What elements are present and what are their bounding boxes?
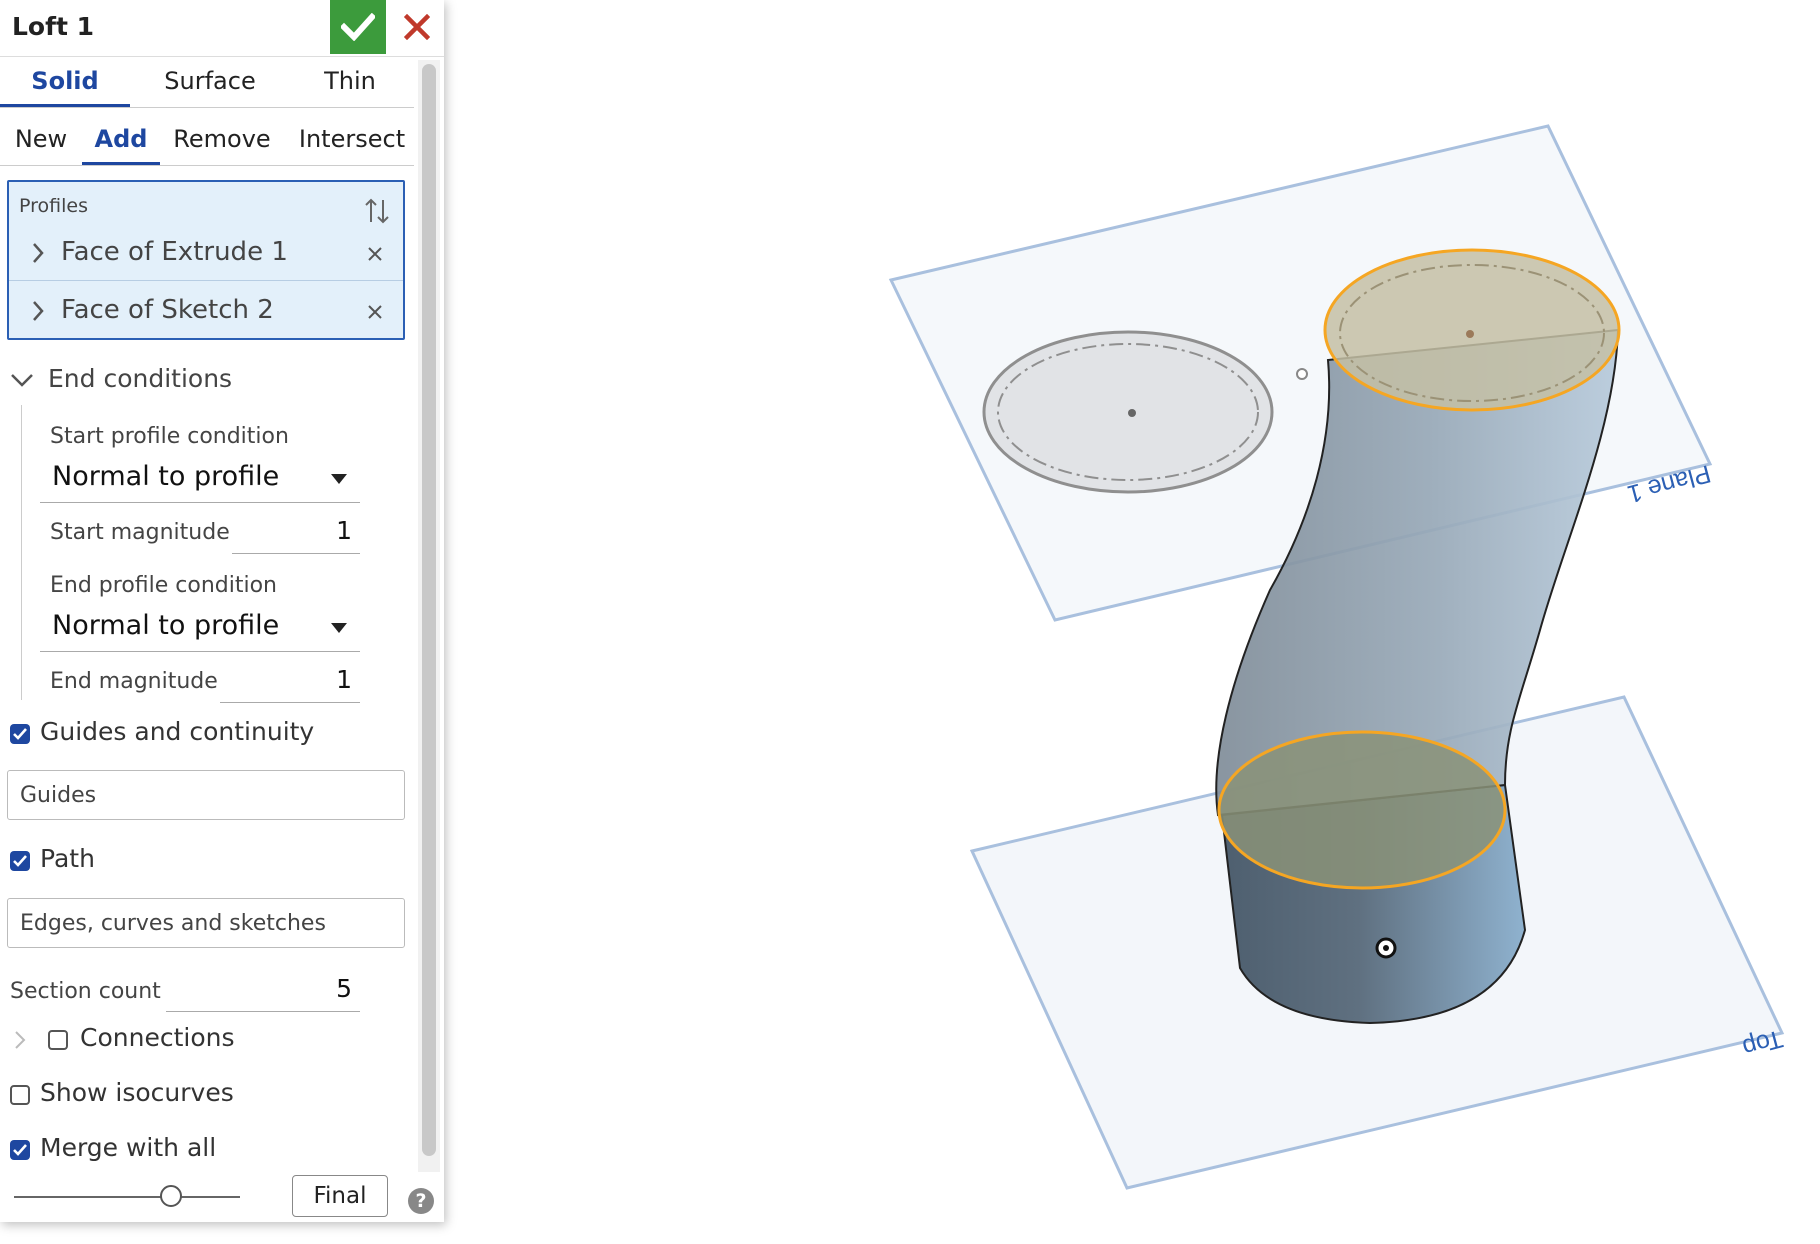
show-isocurves-label: Show isocurves <box>40 1078 234 1107</box>
start-magnitude-label: Start magnitude <box>50 520 230 545</box>
close-icon <box>404 14 430 40</box>
connections-row[interactable]: Connections <box>8 1022 408 1058</box>
end-conditions-header[interactable]: End conditions <box>8 362 408 398</box>
chevron-down-icon[interactable] <box>10 372 34 388</box>
profile-item[interactable]: Face of Extrude 1 <box>9 224 403 280</box>
tab-thin[interactable]: Thin <box>290 67 410 95</box>
sketch-ellipse-center-point <box>1128 409 1136 417</box>
start-magnitude-input[interactable]: 1 <box>232 512 360 554</box>
start-magnitude-value: 1 <box>336 516 352 545</box>
start-profile-condition-value: Normal to profile <box>52 461 280 492</box>
guides-continuity-checkbox[interactable] <box>10 724 30 744</box>
tab-add[interactable]: Add <box>82 125 160 153</box>
tab-active-indicator <box>82 162 160 165</box>
end-profile-condition-select[interactable]: Normal to profile <box>40 604 360 652</box>
dropdown-caret-icon[interactable] <box>330 473 348 485</box>
start-profile-condition-select[interactable]: Normal to profile <box>40 455 360 503</box>
connections-label: Connections <box>80 1023 235 1052</box>
end-magnitude-value: 1 <box>336 665 352 694</box>
section-count-label: Section count <box>10 979 161 1004</box>
check-icon <box>341 13 375 41</box>
profile-divider <box>9 280 403 281</box>
merge-with-all-label: Merge with all <box>40 1133 217 1162</box>
show-isocurves-row[interactable]: Show isocurves <box>8 1077 408 1113</box>
dropdown-caret-icon[interactable] <box>330 622 348 634</box>
operation-tabs: New Add Remove Intersect <box>0 113 414 166</box>
profiles-field[interactable]: Profiles Face of Extrude 1 Face of Sketc… <box>7 180 405 340</box>
tab-new[interactable]: New <box>8 125 74 153</box>
remove-profile-icon[interactable] <box>367 246 383 262</box>
guides-continuity-label: Guides and continuity <box>40 717 315 746</box>
rollback-slider-track[interactable] <box>14 1196 240 1198</box>
check-icon <box>13 728 27 740</box>
path-input[interactable]: Edges, curves and sketches <box>7 898 405 948</box>
path-checkbox[interactable] <box>10 851 30 871</box>
end-magnitude-input[interactable]: 1 <box>220 661 360 703</box>
end-conditions-label: End conditions <box>48 364 233 393</box>
sketch-ellipse[interactable] <box>982 330 1274 494</box>
section-indent-line <box>21 405 22 700</box>
sketch-point[interactable] <box>1296 368 1308 380</box>
merge-with-all-row[interactable]: Merge with all <box>8 1132 408 1168</box>
profile-item-label: Face of Sketch 2 <box>61 295 274 325</box>
loft-top-profile-face[interactable] <box>1323 248 1621 412</box>
tab-solid[interactable]: Solid <box>0 67 130 95</box>
final-button[interactable]: Final <box>292 1175 388 1217</box>
merge-with-all-checkbox[interactable] <box>10 1140 30 1160</box>
end-profile-condition-label: End profile condition <box>50 573 278 598</box>
end-profile-condition-value: Normal to profile <box>52 610 280 641</box>
chevron-right-icon[interactable] <box>14 1030 26 1050</box>
chevron-right-icon[interactable] <box>31 242 45 264</box>
guides-continuity-checkbox-row[interactable]: Guides and continuity <box>8 716 408 752</box>
section-count-input[interactable]: 5 <box>166 970 360 1012</box>
connections-checkbox[interactable] <box>48 1030 68 1050</box>
dialog-title-bar: Loft 1 <box>0 0 444 57</box>
loft-bottom-profile-face[interactable] <box>1217 730 1507 890</box>
end-magnitude-label: End magnitude <box>50 669 218 694</box>
start-profile-condition-label: Start profile condition <box>50 424 289 449</box>
rollback-slider-handle[interactable] <box>160 1185 182 1207</box>
guides-placeholder: Guides <box>20 783 97 808</box>
path-label: Path <box>40 844 95 873</box>
feature-title[interactable]: Loft 1 <box>12 12 94 41</box>
show-isocurves-checkbox[interactable] <box>10 1085 30 1105</box>
accept-button[interactable] <box>330 0 386 54</box>
body-type-tabs: Solid Surface Thin <box>0 57 414 108</box>
tab-intersect[interactable]: Intersect <box>292 125 412 153</box>
tab-remove[interactable]: Remove <box>172 125 272 153</box>
loft-top-center-point <box>1466 330 1474 338</box>
tab-surface[interactable]: Surface <box>140 67 280 95</box>
profiles-label: Profiles <box>19 195 88 217</box>
guides-input[interactable]: Guides <box>7 770 405 820</box>
path-placeholder: Edges, curves and sketches <box>20 911 326 936</box>
remove-profile-icon[interactable] <box>367 304 383 320</box>
profile-item-label: Face of Extrude 1 <box>61 237 288 267</box>
section-count-value: 5 <box>336 974 352 1003</box>
loft-feature-dialog: Loft 1 Solid Surface Thin New Add Remove… <box>0 0 444 1222</box>
check-icon <box>13 855 27 867</box>
profile-item[interactable]: Face of Sketch 2 <box>9 282 403 338</box>
tab-active-indicator <box>0 104 130 107</box>
reorder-arrows-icon[interactable] <box>364 196 390 226</box>
path-checkbox-row[interactable]: Path <box>8 843 408 879</box>
chevron-right-icon[interactable] <box>31 300 45 322</box>
help-icon[interactable]: ? <box>408 1188 434 1214</box>
cancel-button[interactable] <box>395 0 439 54</box>
panel-scrollbar-thumb[interactable] <box>422 64 436 1156</box>
check-icon <box>13 1144 27 1156</box>
